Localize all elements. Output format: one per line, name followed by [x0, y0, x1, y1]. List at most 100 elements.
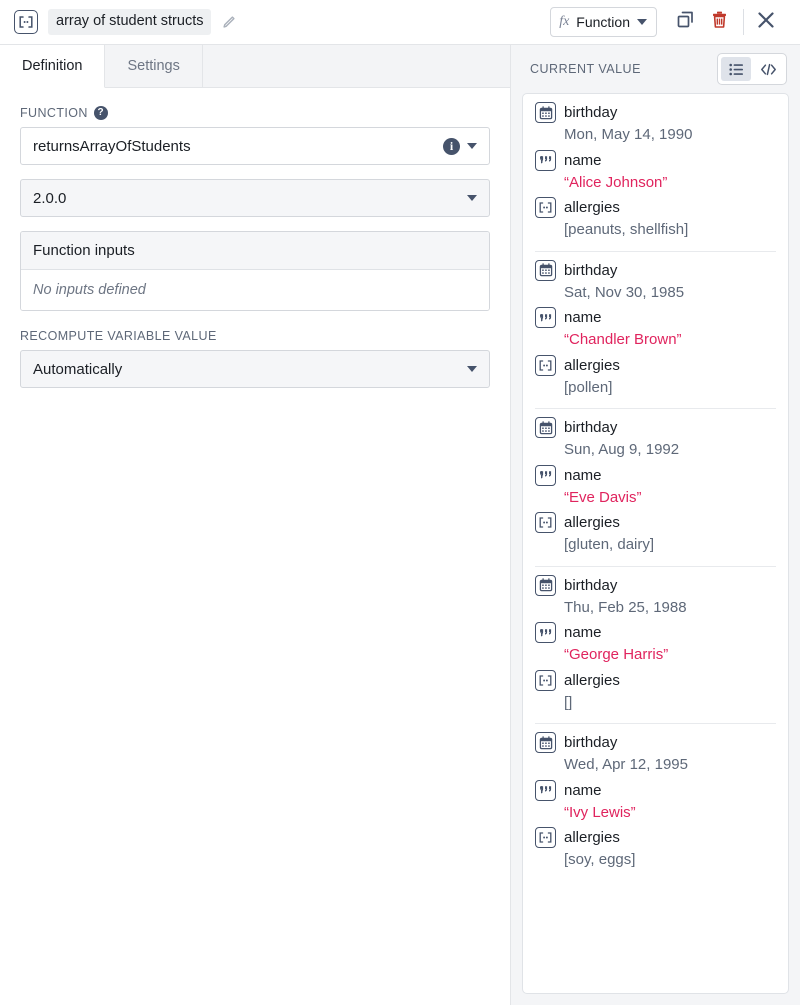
editor-body: Definition Settings FUNCTION ? returnsAr…	[0, 45, 800, 1005]
value-property-header: allergies	[535, 354, 776, 376]
function-name-value: returnsArrayOfStudents	[33, 137, 191, 155]
recompute-select[interactable]: Automatically	[20, 350, 490, 388]
value-property-key: allergies	[564, 829, 620, 846]
value-property: allergies [pollen]	[535, 354, 776, 400]
value-property-header: allergies	[535, 197, 776, 218]
value-property-key: birthday	[564, 419, 618, 436]
tab-bar-filler	[202, 45, 510, 87]
quote-icon	[535, 149, 556, 171]
array-bracket-icon	[535, 354, 556, 376]
quote-icon	[535, 464, 556, 486]
value-property-header: name	[535, 149, 776, 171]
variable-editor-window: array of student structs fx Function Def…	[0, 0, 800, 1005]
value-property: name “Chandler Brown”	[535, 307, 776, 352]
delete-button[interactable]	[705, 8, 733, 36]
value-property-value: Wed, Apr 12, 1995	[564, 756, 688, 773]
current-value-header: CURRENT VALUE	[522, 45, 789, 93]
info-icon[interactable]: i	[443, 137, 460, 155]
value-property-key: birthday	[564, 576, 618, 594]
value-property: birthday Mon, May 14, 1990	[535, 102, 776, 147]
code-view-icon[interactable]	[753, 57, 783, 81]
value-property-value: []	[564, 693, 573, 711]
current-value-list[interactable]: birthday Mon, May 14, 1990 name “Alice Joh…	[522, 93, 789, 994]
value-property-header: birthday	[535, 102, 776, 123]
duplicate-icon	[676, 10, 695, 34]
view-mode-toggle	[717, 53, 787, 85]
calendar-icon	[535, 732, 556, 753]
variable-name-field[interactable]: array of student structs	[48, 9, 212, 35]
variable-kind-selector[interactable]: fx Function	[550, 7, 657, 37]
value-property-header: birthday	[535, 574, 776, 596]
value-property-value: “Alice Johnson”	[564, 173, 668, 191]
question-mark-icon[interactable]: ?	[93, 106, 108, 120]
function-label: FUNCTION	[20, 106, 88, 120]
function-inputs-header: Function inputs	[21, 232, 489, 270]
value-property: birthday Wed, Apr 12, 1995	[535, 732, 776, 777]
definition-form: FUNCTION ? returnsArrayOfStudents i 2.0.…	[0, 88, 510, 402]
function-label-row: FUNCTION ?	[20, 106, 490, 120]
value-property: allergies [soy, eggs]	[535, 827, 776, 872]
value-property-key: name	[564, 466, 602, 484]
trash-icon	[710, 10, 729, 34]
close-icon	[756, 10, 776, 35]
value-property-key: allergies	[564, 671, 620, 689]
value-property-header: birthday	[535, 732, 776, 753]
tab-settings[interactable]: Settings	[105, 45, 203, 87]
value-property-value: “Eve Davis”	[564, 488, 642, 506]
value-property-header: birthday	[535, 417, 776, 438]
value-property: birthday Sun, Aug 9, 1992	[535, 417, 776, 462]
value-record: birthday Sun, Aug 9, 1992 name “Eve Davis”…	[535, 409, 776, 567]
value-property-key: allergies	[564, 356, 620, 374]
pencil-icon[interactable]	[219, 13, 237, 31]
quote-icon	[535, 622, 556, 643]
value-property: name “Ivy Lewis”	[535, 779, 776, 825]
value-property-key: allergies	[564, 199, 620, 216]
recompute-label: RECOMPUTE VARIABLE VALUE	[20, 329, 217, 343]
value-property-value: [soy, eggs]	[564, 851, 636, 868]
list-view-icon[interactable]	[721, 57, 751, 81]
array-bracket-icon	[535, 197, 556, 218]
value-property-value: “Ivy Lewis”	[564, 803, 636, 821]
value-property-value: “Chandler Brown”	[564, 331, 682, 348]
value-property-key: name	[564, 309, 602, 326]
value-record: birthday Thu, Feb 25, 1988 name “George Ha…	[535, 567, 776, 724]
value-property-value: [pollen]	[564, 378, 613, 396]
calendar-icon	[535, 417, 556, 438]
value-property: name “George Harris”	[535, 622, 776, 667]
value-record: birthday Mon, May 14, 1990 name “Alice Joh…	[535, 94, 776, 252]
value-property: name “Alice Johnson”	[535, 149, 776, 195]
chevron-down-icon	[467, 143, 477, 149]
close-button[interactable]	[752, 8, 780, 36]
quote-icon	[535, 307, 556, 328]
chevron-down-icon	[637, 19, 647, 25]
function-name-select[interactable]: returnsArrayOfStudents i	[20, 127, 490, 165]
array-bracket-icon	[535, 669, 556, 691]
calendar-icon	[535, 102, 556, 123]
value-property-value: [peanuts, shellfish]	[564, 221, 689, 238]
function-version-select[interactable]: 2.0.0	[20, 179, 490, 217]
value-property-key: name	[564, 151, 602, 169]
recompute-value: Automatically	[33, 360, 123, 378]
tab-bar: Definition Settings	[0, 45, 510, 88]
value-property-header: name	[535, 464, 776, 486]
value-property-value: [gluten, dairy]	[564, 536, 655, 553]
value-property: allergies [peanuts, shellfish]	[535, 197, 776, 242]
value-property-key: allergies	[564, 514, 620, 531]
value-property: allergies []	[535, 669, 776, 715]
duplicate-button[interactable]	[671, 8, 699, 36]
value-property-header: name	[535, 622, 776, 643]
value-property-header: allergies	[535, 669, 776, 691]
value-property-header: allergies	[535, 827, 776, 848]
function-version-value: 2.0.0	[33, 189, 67, 207]
value-property-value: Sat, Nov 30, 1985	[564, 283, 685, 301]
value-property: name “Eve Davis”	[535, 464, 776, 510]
value-property-key: birthday	[564, 104, 618, 121]
value-property-key: birthday	[564, 734, 618, 751]
quote-icon	[535, 779, 556, 801]
value-property-header: name	[535, 307, 776, 328]
value-property-value: “George Harris”	[564, 646, 669, 663]
value-property: birthday Sat, Nov 30, 1985	[535, 259, 776, 305]
chevron-down-icon	[467, 195, 477, 201]
tab-definition[interactable]: Definition	[0, 45, 106, 88]
value-property: allergies [gluten, dairy]	[535, 512, 776, 557]
